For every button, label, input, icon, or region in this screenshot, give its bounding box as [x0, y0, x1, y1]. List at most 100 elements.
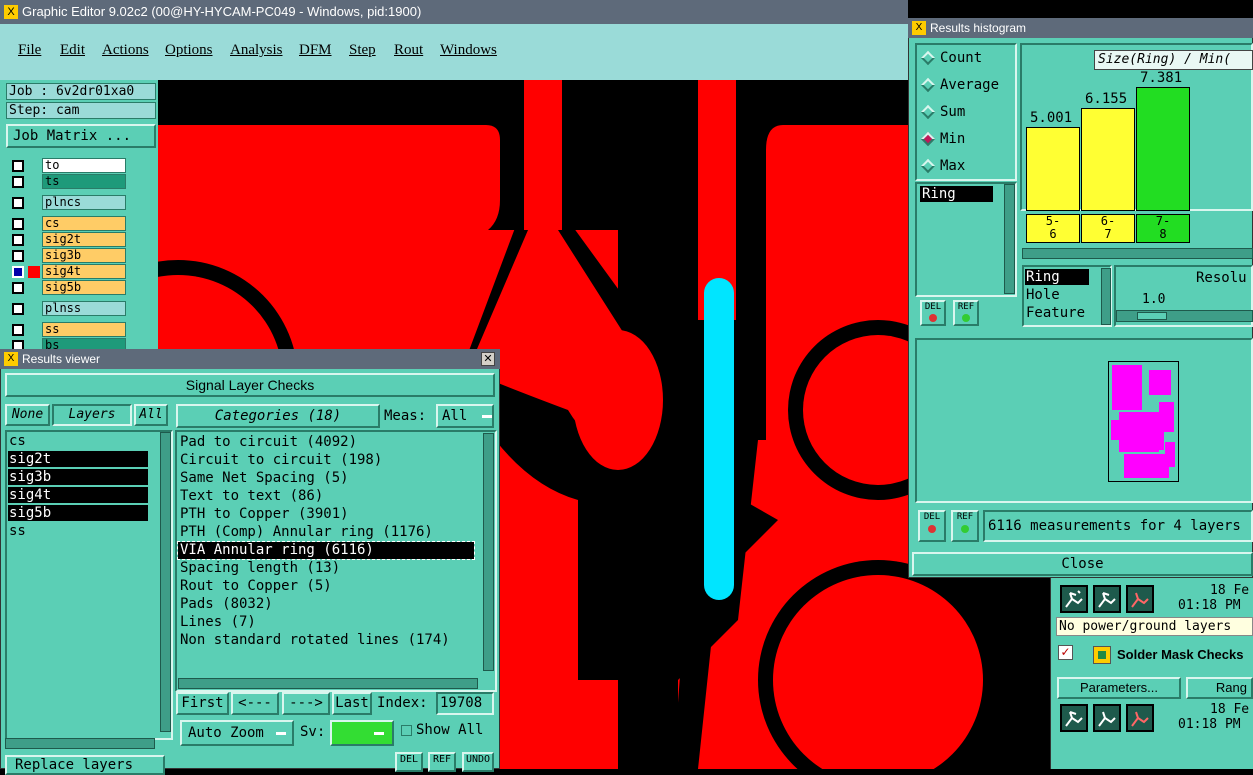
sv-color-dropdown[interactable]	[330, 720, 394, 746]
layer-list: to ts plncs cs sig2t sig3b sig4t sig5b plnss ss bs	[0, 150, 158, 355]
layers-hscrollbar[interactable]	[5, 738, 155, 749]
undo-button[interactable]: UNDO	[462, 752, 494, 772]
type-item[interactable]: Hole	[1025, 287, 1089, 303]
type-scrollbar[interactable]	[1101, 268, 1111, 325]
layer-checkbox[interactable]	[12, 176, 24, 188]
layer-item-sig4t[interactable]: sig4t	[42, 264, 126, 279]
layer-item-sig3b[interactable]: sig3b	[42, 248, 126, 263]
run-icon[interactable]	[1060, 585, 1088, 613]
menu-file[interactable]: File	[18, 42, 41, 59]
histogram-bar[interactable]	[1136, 87, 1190, 211]
category-item[interactable]: Lines (7)	[178, 614, 474, 631]
results-layer-item[interactable]: ss	[8, 523, 148, 539]
menu-actions[interactable]: Actions	[102, 42, 149, 59]
layer-checkbox[interactable]	[12, 282, 24, 294]
replace-layers-dropdown[interactable]: Replace layers	[5, 755, 165, 775]
category-item[interactable]: PTH to Copper (3901)	[178, 506, 474, 523]
board-map-dots	[1111, 365, 1175, 478]
category-item[interactable]: Same Net Spacing (5)	[178, 470, 474, 487]
signal-layer-checks-header[interactable]: Signal Layer Checks	[5, 373, 495, 397]
layer-item-plncs[interactable]: plncs	[42, 195, 126, 210]
categories-header[interactable]: Categories (18)	[176, 404, 380, 428]
category-item[interactable]: PTH (Comp) Annular ring (1176)	[178, 524, 474, 541]
hist-del-button[interactable]: DEL	[920, 300, 946, 326]
menu-windows[interactable]: Windows	[440, 42, 497, 59]
categories-scrollbar[interactable]	[483, 433, 494, 671]
del-button[interactable]: DEL	[395, 752, 423, 772]
show-all-checkbox[interactable]	[401, 725, 412, 736]
stop-run-icon[interactable]	[1126, 585, 1154, 613]
category-item[interactable]: VIA Annular ring (6116)	[177, 541, 475, 560]
menu-edit[interactable]: Edit	[60, 42, 85, 59]
layer-item-cs[interactable]: cs	[42, 216, 126, 231]
last-button[interactable]: Last	[332, 692, 372, 715]
attr-scrollbar[interactable]	[1004, 184, 1015, 294]
attr-item-ring[interactable]: Ring	[920, 186, 993, 202]
layer-checkbox[interactable]	[12, 160, 24, 172]
layer-checkbox[interactable]	[12, 266, 24, 278]
map-ref-button[interactable]: REF	[951, 510, 979, 542]
type-item[interactable]: Ring	[1025, 269, 1089, 285]
layer-checkbox[interactable]	[12, 324, 24, 336]
range-button[interactable]: Rang	[1186, 677, 1253, 699]
map-del-button[interactable]: DEL	[918, 510, 946, 542]
category-item[interactable]: Rout to Copper (5)	[178, 578, 474, 595]
first-button[interactable]: First	[176, 692, 229, 715]
results-layer-item[interactable]: sig2t	[8, 451, 148, 467]
category-item[interactable]: Pad to circuit (4092)	[178, 434, 474, 451]
menu-dfm[interactable]: DFM	[299, 42, 332, 59]
layer-checkbox[interactable]	[12, 303, 24, 315]
close-icon[interactable]: ✕	[481, 352, 495, 366]
resolution-slider[interactable]	[1116, 310, 1253, 322]
layers-scrollbar[interactable]	[160, 432, 171, 732]
layers-header[interactable]: Layers	[52, 404, 132, 426]
layer-checkbox[interactable]	[12, 234, 24, 246]
layer-item-to[interactable]: to	[42, 158, 126, 173]
hist-ref-button[interactable]: REF	[953, 300, 979, 326]
results-layer-item[interactable]: sig3b	[8, 469, 148, 485]
results-layer-item[interactable]: cs	[8, 433, 148, 449]
none-button[interactable]: None	[5, 404, 50, 426]
menu-options[interactable]: Options	[165, 42, 213, 59]
layer-item-ts[interactable]: ts	[42, 174, 126, 189]
menu-step[interactable]: Step	[349, 42, 376, 59]
layer-item-sig5b[interactable]: sig5b	[42, 280, 126, 295]
ref-button[interactable]: REF	[428, 752, 456, 772]
layer-checkbox[interactable]	[12, 218, 24, 230]
results-layer-item[interactable]: sig4t	[8, 487, 148, 503]
layer-checkbox[interactable]	[12, 197, 24, 209]
run-step-icon[interactable]	[1093, 585, 1121, 613]
all-button[interactable]: All	[134, 404, 168, 426]
job-matrix-button[interactable]: Job Matrix ...	[6, 124, 156, 148]
run-step-icon-2[interactable]	[1093, 704, 1121, 732]
auto-zoom-dropdown[interactable]: Auto Zoom	[180, 720, 294, 746]
next-button[interactable]: --->	[282, 692, 330, 715]
stop-run-icon-2[interactable]	[1126, 704, 1154, 732]
layer-item-sig2t[interactable]: sig2t	[42, 232, 126, 247]
parameters-button[interactable]: Parameters...	[1057, 677, 1181, 699]
histogram-bar[interactable]	[1081, 108, 1135, 211]
category-item[interactable]: Spacing length (13)	[178, 560, 474, 577]
menu-analysis[interactable]: Analysis	[230, 42, 283, 59]
layer-item-plnss[interactable]: plnss	[42, 301, 126, 316]
histogram-hscrollbar[interactable]	[1022, 248, 1253, 259]
results-layer-item[interactable]: sig5b	[8, 505, 148, 521]
category-item[interactable]: Non standard rotated lines (174)	[178, 632, 474, 649]
meas-dropdown[interactable]: All	[436, 404, 494, 428]
run-icon-2[interactable]	[1060, 704, 1088, 732]
radio-average-label: Average	[940, 77, 1000, 93]
category-item[interactable]: Pads (8032)	[178, 596, 474, 613]
categories-hscrollbar[interactable]	[178, 678, 478, 689]
solder-mask-checkbox[interactable]: ✓	[1058, 645, 1073, 660]
prev-button[interactable]: <---	[231, 692, 279, 715]
layer-item-ss[interactable]: ss	[42, 322, 126, 337]
step-label: Step: cam	[6, 102, 156, 119]
category-item[interactable]: Text to text (86)	[178, 488, 474, 505]
index-field[interactable]: 19708	[436, 692, 494, 715]
menu-rout[interactable]: Rout	[394, 42, 423, 59]
type-item[interactable]: Feature	[1025, 305, 1089, 321]
category-item[interactable]: Circuit to circuit (198)	[178, 452, 474, 469]
close-button[interactable]: Close	[912, 552, 1253, 576]
layer-checkbox[interactable]	[12, 250, 24, 262]
histogram-bar[interactable]	[1026, 127, 1080, 211]
